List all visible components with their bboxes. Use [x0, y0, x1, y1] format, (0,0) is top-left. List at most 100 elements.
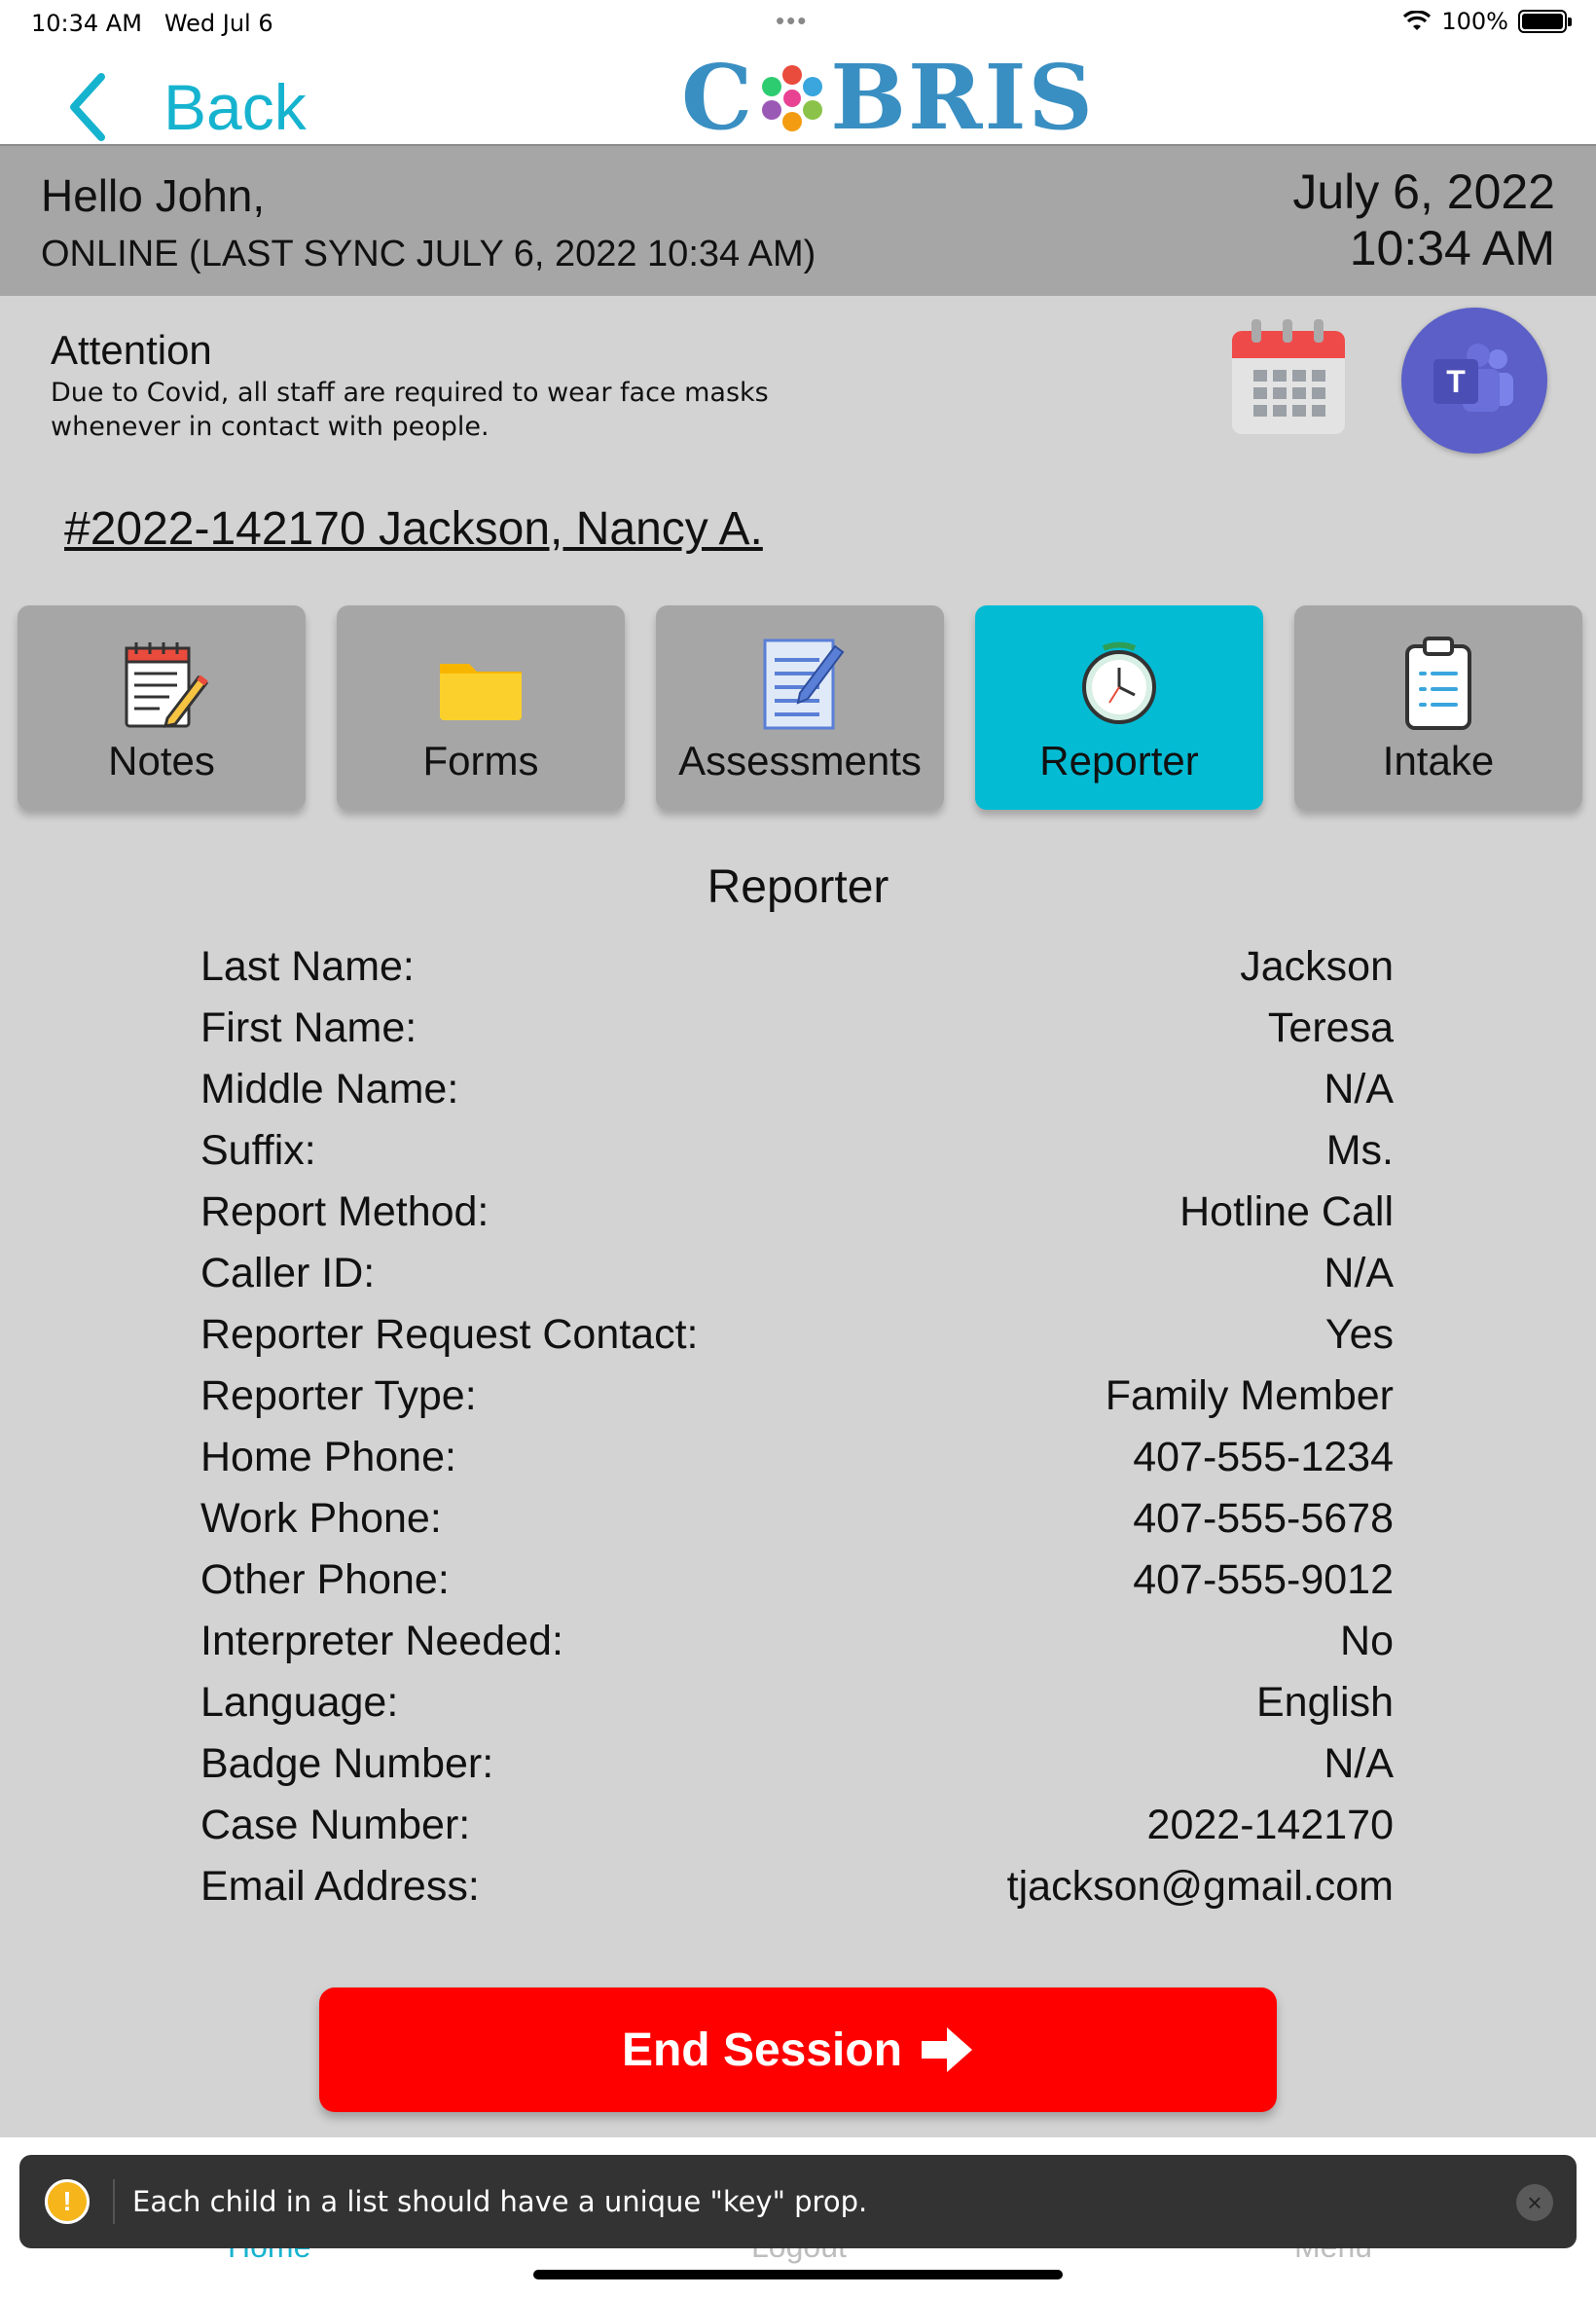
field-value: English — [1255, 1679, 1394, 1726]
top-bar: 10:34 AM Wed Jul 6 ••• 100% Back C BRIS — [0, 0, 1596, 150]
status-clock: 10:34 AM — [31, 10, 142, 37]
tab-intake[interactable]: Intake — [1294, 605, 1582, 810]
field-row: Reporter Type: Family Member — [200, 1366, 1394, 1427]
toast-message: Each child in a list should have a uniqu… — [132, 2185, 868, 2218]
status-date: Wed Jul 6 — [163, 10, 273, 37]
field-label: Report Method: — [200, 1188, 490, 1235]
field-row: Reporter Request Contact: Yes — [200, 1304, 1394, 1366]
calendar-icon[interactable] — [1228, 317, 1349, 438]
toast-divider — [113, 2179, 115, 2224]
field-row: Suffix: Ms. — [200, 1120, 1394, 1182]
field-label: Reporter Request Contact: — [200, 1311, 699, 1358]
field-row: First Name: Teresa — [200, 998, 1394, 1059]
warning-toast[interactable]: ! Each child in a list should have a uni… — [19, 2155, 1577, 2248]
field-row: Interpreter Needed: No — [200, 1611, 1394, 1672]
field-value: No — [1340, 1618, 1394, 1664]
field-label: Suffix: — [200, 1127, 316, 1174]
field-label: Email Address: — [200, 1863, 480, 1910]
logo-puzzle-icon — [762, 65, 823, 131]
field-label: Last Name: — [200, 943, 415, 990]
notes-icon — [125, 642, 209, 728]
close-icon[interactable]: × — [1516, 2184, 1553, 2221]
greeting-band: Hello John, ONLINE (LAST SYNC JULY 6, 20… — [0, 144, 1596, 296]
reporter-details: Last Name: Jackson First Name: Teresa Midd… — [200, 936, 1394, 1917]
field-label: Badge Number: — [200, 1740, 494, 1787]
back-button[interactable]: Back — [68, 70, 307, 144]
cobris-logo: C BRIS — [681, 45, 1095, 150]
tab-label: Forms — [422, 738, 539, 784]
field-value: 407-555-1234 — [1133, 1434, 1394, 1480]
field-label: Language: — [200, 1679, 399, 1726]
field-label: Interpreter Needed: — [200, 1618, 563, 1664]
field-value: Teresa — [1267, 1004, 1394, 1051]
logo-text-right: BRIS — [830, 45, 1095, 150]
field-row: Language: English — [200, 1672, 1394, 1733]
greeting-text: Hello John, — [41, 170, 266, 221]
tab-label: Reporter — [1039, 738, 1199, 784]
warning-icon: ! — [45, 2179, 90, 2224]
field-label: Case Number: — [200, 1802, 471, 1848]
clock-icon — [1082, 641, 1156, 724]
folder-icon — [440, 664, 522, 720]
teams-button[interactable]: T — [1401, 308, 1547, 454]
field-value: tjackson@gmail.com — [1006, 1863, 1394, 1910]
field-row: Badge Number: N/A — [200, 1733, 1394, 1795]
field-row: Last Name: Jackson — [200, 936, 1394, 998]
status-time: 10:34 AM Wed Jul 6 — [31, 10, 273, 37]
clipboard-icon — [1405, 637, 1471, 730]
field-label: Reporter Type: — [200, 1372, 477, 1419]
field-value: N/A — [1324, 1740, 1394, 1787]
section-title: Reporter — [707, 861, 889, 913]
field-label: Home Phone: — [200, 1434, 456, 1480]
tab-label: Notes — [108, 738, 215, 784]
assessment-icon — [763, 638, 845, 730]
svg-text:T: T — [1446, 364, 1466, 399]
field-row: Work Phone: 407-555-5678 — [200, 1488, 1394, 1550]
field-row: Case Number: 2022-142170 — [200, 1795, 1394, 1856]
field-value: 2022-142170 — [1146, 1802, 1394, 1848]
end-session-label: End Session — [621, 2024, 903, 2076]
battery-percent: 100% — [1441, 8, 1508, 35]
tab-notes[interactable]: Notes — [18, 605, 306, 810]
field-row: Home Phone: 407-555-1234 — [200, 1427, 1394, 1488]
field-value: 407-555-5678 — [1133, 1495, 1394, 1542]
tab-reporter[interactable]: Reporter — [975, 605, 1263, 810]
field-row: Report Method: Hotline Call — [200, 1182, 1394, 1243]
field-row: Middle Name: N/A — [200, 1059, 1394, 1120]
tab-label: Intake — [1382, 738, 1495, 784]
current-date: July 6, 2022 — [1292, 164, 1555, 219]
tab-assessments[interactable]: Assessments — [656, 605, 944, 810]
sync-status: ONLINE (LAST SYNC JULY 6, 2022 10:34 AM) — [41, 234, 816, 274]
field-value: N/A — [1324, 1066, 1394, 1112]
field-label: Caller ID: — [200, 1250, 376, 1296]
field-row: Email Address: tjackson@gmail.com — [200, 1856, 1394, 1917]
back-label: Back — [163, 71, 307, 143]
field-value: Jackson — [1240, 943, 1394, 990]
field-row: Caller ID: N/A — [200, 1243, 1394, 1304]
field-value: N/A — [1324, 1250, 1394, 1296]
field-value: 407-555-9012 — [1133, 1556, 1394, 1603]
teams-icon: T — [1433, 344, 1513, 412]
attention-message: Due to Covid, all staff are required to … — [51, 378, 769, 442]
battery-icon — [1518, 10, 1572, 33]
case-link[interactable]: #2022-142170 Jackson, Nancy A. — [64, 502, 763, 556]
home-indicator[interactable] — [533, 2270, 1063, 2279]
current-time: 10:34 AM — [1349, 221, 1555, 275]
tab-label: Assessments — [678, 738, 922, 784]
field-label: First Name: — [200, 1004, 417, 1051]
tab-forms[interactable]: Forms — [337, 605, 625, 810]
field-value: Yes — [1324, 1311, 1394, 1358]
field-value: Hotline Call — [1179, 1188, 1394, 1235]
arrow-right-icon — [922, 2027, 973, 2072]
status-indicators: 100% — [1402, 8, 1572, 35]
field-value: Family Member — [1105, 1372, 1394, 1419]
end-session-button[interactable]: End Session — [319, 1987, 1277, 2112]
field-label: Other Phone: — [200, 1556, 450, 1603]
field-label: Middle Name: — [200, 1066, 459, 1112]
multitasking-dots-icon[interactable]: ••• — [776, 6, 808, 36]
attention-title: Attention — [51, 327, 212, 373]
field-value: Ms. — [1325, 1127, 1394, 1174]
field-row: Other Phone: 407-555-9012 — [200, 1550, 1394, 1611]
wifi-icon — [1403, 11, 1432, 30]
field-label: Work Phone: — [200, 1495, 442, 1542]
